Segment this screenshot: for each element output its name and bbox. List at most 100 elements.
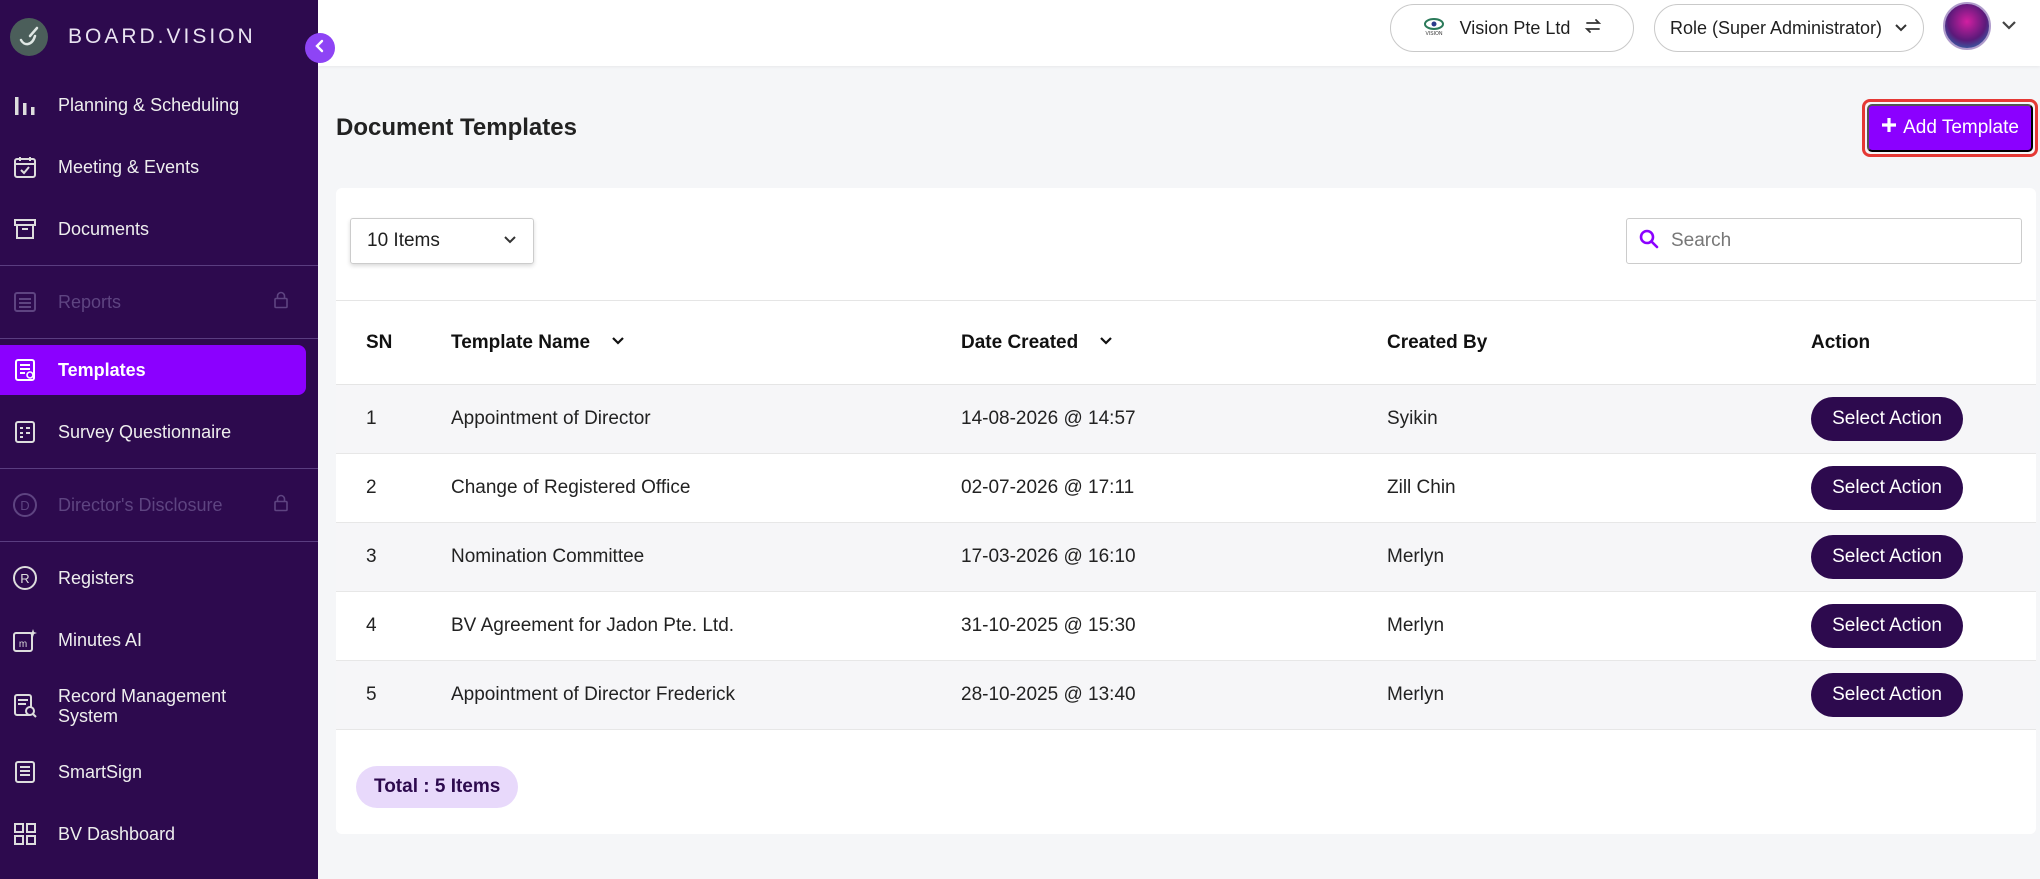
table-row: 5 Appointment of Director Frederick 28-1… bbox=[336, 660, 2036, 730]
select-action-button[interactable]: Select Action bbox=[1811, 397, 1963, 441]
cell-sn: 4 bbox=[366, 615, 377, 636]
sort-chevron-icon[interactable] bbox=[610, 332, 626, 354]
select-action-button[interactable]: Select Action bbox=[1811, 466, 1963, 510]
search-field[interactable] bbox=[1626, 218, 2022, 264]
cell-date-created: 17-03-2026 @ 16:10 bbox=[961, 546, 1136, 567]
templates-table: SN Template Name Date Created Created By… bbox=[336, 300, 2036, 730]
sidebar-item-label: Director's Disclosure bbox=[58, 494, 223, 515]
sidebar-item-smartsign[interactable]: SmartSign bbox=[0, 741, 318, 803]
sidebar-item-label: Templates bbox=[58, 359, 146, 380]
column-header-date-created[interactable]: Date Created bbox=[961, 301, 1387, 385]
sidebar-item-templates[interactable]: Templates bbox=[0, 345, 306, 395]
sidebar-divider bbox=[0, 541, 318, 542]
sidebar-collapse-button[interactable] bbox=[305, 33, 335, 63]
add-template-button[interactable]: Add Template bbox=[1867, 104, 2033, 152]
cell-template-name: Change of Registered Office bbox=[451, 477, 691, 498]
sidebar-item-label: SmartSign bbox=[58, 761, 143, 782]
chevron-down-icon bbox=[503, 230, 517, 252]
sidebar-item-minutes-ai[interactable]: m Minutes AI bbox=[0, 609, 318, 671]
cell-created-by: Merlyn bbox=[1387, 615, 1445, 636]
calendar-check-icon bbox=[12, 154, 38, 180]
lock-icon bbox=[272, 494, 290, 517]
cell-action: Select Action bbox=[1811, 592, 2036, 661]
sidebar-item-label: Planning & Scheduling bbox=[58, 94, 240, 115]
sidebar-item-meeting-events[interactable]: Meeting & Events bbox=[0, 136, 318, 198]
table-row: 4 BV Agreement for Jadon Pte. Ltd. 31-10… bbox=[336, 591, 2036, 661]
sidebar-item-label: Minutes AI bbox=[58, 629, 143, 650]
cell-date-created: 31-10-2025 @ 15:30 bbox=[961, 615, 1136, 636]
sidebar-nav: Planning & Scheduling Meeting & Events D… bbox=[0, 74, 318, 865]
cell-action: Select Action bbox=[1811, 385, 2036, 454]
column-header-created-by: Created By bbox=[1387, 331, 1488, 353]
cell-action: Select Action bbox=[1811, 454, 2036, 523]
document-sign-icon bbox=[12, 759, 38, 785]
sort-chevron-icon[interactable] bbox=[1098, 332, 1114, 354]
cell-date-created: 28-10-2025 @ 13:40 bbox=[961, 684, 1136, 705]
sidebar-item-registers[interactable]: R Registers bbox=[0, 547, 318, 609]
cell-action: Select Action bbox=[1811, 661, 2036, 730]
sidebar-item-bv-dashboard[interactable]: BV Dashboard bbox=[0, 803, 318, 865]
sidebar-divider bbox=[0, 468, 318, 469]
svg-text:VISION: VISION bbox=[1425, 31, 1442, 36]
sidebar: BOARD.VISION Planning & Scheduling Meeti… bbox=[0, 0, 318, 879]
plus-icon bbox=[1881, 117, 1897, 139]
cell-template-name: Appointment of Director Frederick bbox=[451, 684, 736, 705]
cell-sn: 3 bbox=[366, 546, 377, 567]
select-action-button[interactable]: Select Action bbox=[1811, 673, 1963, 717]
brand-name: BOARD.VISION bbox=[68, 25, 256, 48]
page-title: Document Templates bbox=[336, 114, 577, 141]
sidebar-item-label: BV Dashboard bbox=[58, 823, 176, 844]
sidebar-divider bbox=[0, 265, 318, 266]
checklist-icon bbox=[12, 419, 38, 445]
cell-template-name: BV Agreement for Jadon Pte. Ltd. bbox=[451, 615, 735, 636]
cell-created-by: Merlyn bbox=[1387, 684, 1445, 705]
list-icon bbox=[12, 289, 38, 315]
svg-text:D: D bbox=[20, 498, 29, 513]
cell-date-created: 14-08-2026 @ 14:57 bbox=[961, 408, 1136, 429]
role-label: Role (Super Administrator) bbox=[1669, 17, 1883, 38]
sidebar-item-documents[interactable]: Documents bbox=[0, 198, 318, 260]
chevron-left-icon bbox=[313, 39, 327, 58]
table-row: 3 Nomination Committee 17-03-2026 @ 16:1… bbox=[336, 522, 2036, 592]
cell-created-by: Syikin bbox=[1387, 408, 1438, 429]
column-header-action: Action bbox=[1811, 331, 1871, 353]
search-icon bbox=[1639, 229, 1659, 254]
sidebar-divider bbox=[0, 338, 318, 339]
sidebar-item-label: Record Management System bbox=[58, 686, 227, 726]
total-items-badge: Total : 5 Items bbox=[356, 766, 519, 808]
sidebar-item-reports: Reports bbox=[0, 271, 318, 333]
select-action-button[interactable]: Select Action bbox=[1811, 535, 1963, 579]
organization-switcher[interactable]: VISION Vision Pte Ltd bbox=[1390, 4, 1634, 52]
role-dropdown[interactable]: Role (Super Administrator) bbox=[1654, 4, 1924, 52]
templates-card: 10 Items SN Template Name Date Created bbox=[336, 188, 2036, 834]
items-per-page-select[interactable]: 10 Items bbox=[350, 218, 534, 264]
archive-box-icon bbox=[12, 216, 38, 242]
table-header-row: SN Template Name Date Created Created By… bbox=[336, 300, 2036, 385]
organization-logo-icon: VISION bbox=[1422, 16, 1446, 41]
sidebar-item-survey-questionnaire[interactable]: Survey Questionnaire bbox=[0, 401, 318, 463]
switch-arrows-icon bbox=[1584, 17, 1602, 40]
board-vision-logo bbox=[10, 18, 48, 56]
user-avatar[interactable] bbox=[1943, 2, 1991, 50]
sidebar-item-label: Survey Questionnaire bbox=[58, 421, 232, 442]
items-per-page-value: 10 Items bbox=[367, 230, 440, 251]
cell-date-created: 02-07-2026 @ 17:11 bbox=[961, 477, 1135, 498]
cell-action: Select Action bbox=[1811, 523, 2036, 592]
column-header-template-name[interactable]: Template Name bbox=[451, 301, 961, 385]
record-search-icon bbox=[12, 693, 38, 719]
column-header-sn: SN bbox=[366, 331, 393, 353]
template-icon bbox=[12, 357, 38, 383]
circle-r-icon: R bbox=[12, 565, 38, 591]
grid-icon bbox=[12, 821, 38, 847]
table-row: 1 Appointment of Director 14-08-2026 @ 1… bbox=[336, 384, 2036, 454]
cell-sn: 5 bbox=[366, 684, 377, 705]
sidebar-item-label: Documents bbox=[58, 218, 150, 239]
select-action-button[interactable]: Select Action bbox=[1811, 604, 1963, 648]
cell-template-name: Nomination Committee bbox=[451, 546, 645, 567]
chevron-down-icon[interactable] bbox=[2000, 16, 2018, 39]
sidebar-item-planning-scheduling[interactable]: Planning & Scheduling bbox=[0, 74, 318, 136]
sidebar-item-record-management-system[interactable]: Record Management System bbox=[0, 671, 318, 741]
search-input[interactable] bbox=[1671, 230, 1991, 252]
brand[interactable]: BOARD.VISION bbox=[0, 0, 318, 74]
organization-name: Vision Pte Ltd bbox=[1459, 17, 1571, 38]
